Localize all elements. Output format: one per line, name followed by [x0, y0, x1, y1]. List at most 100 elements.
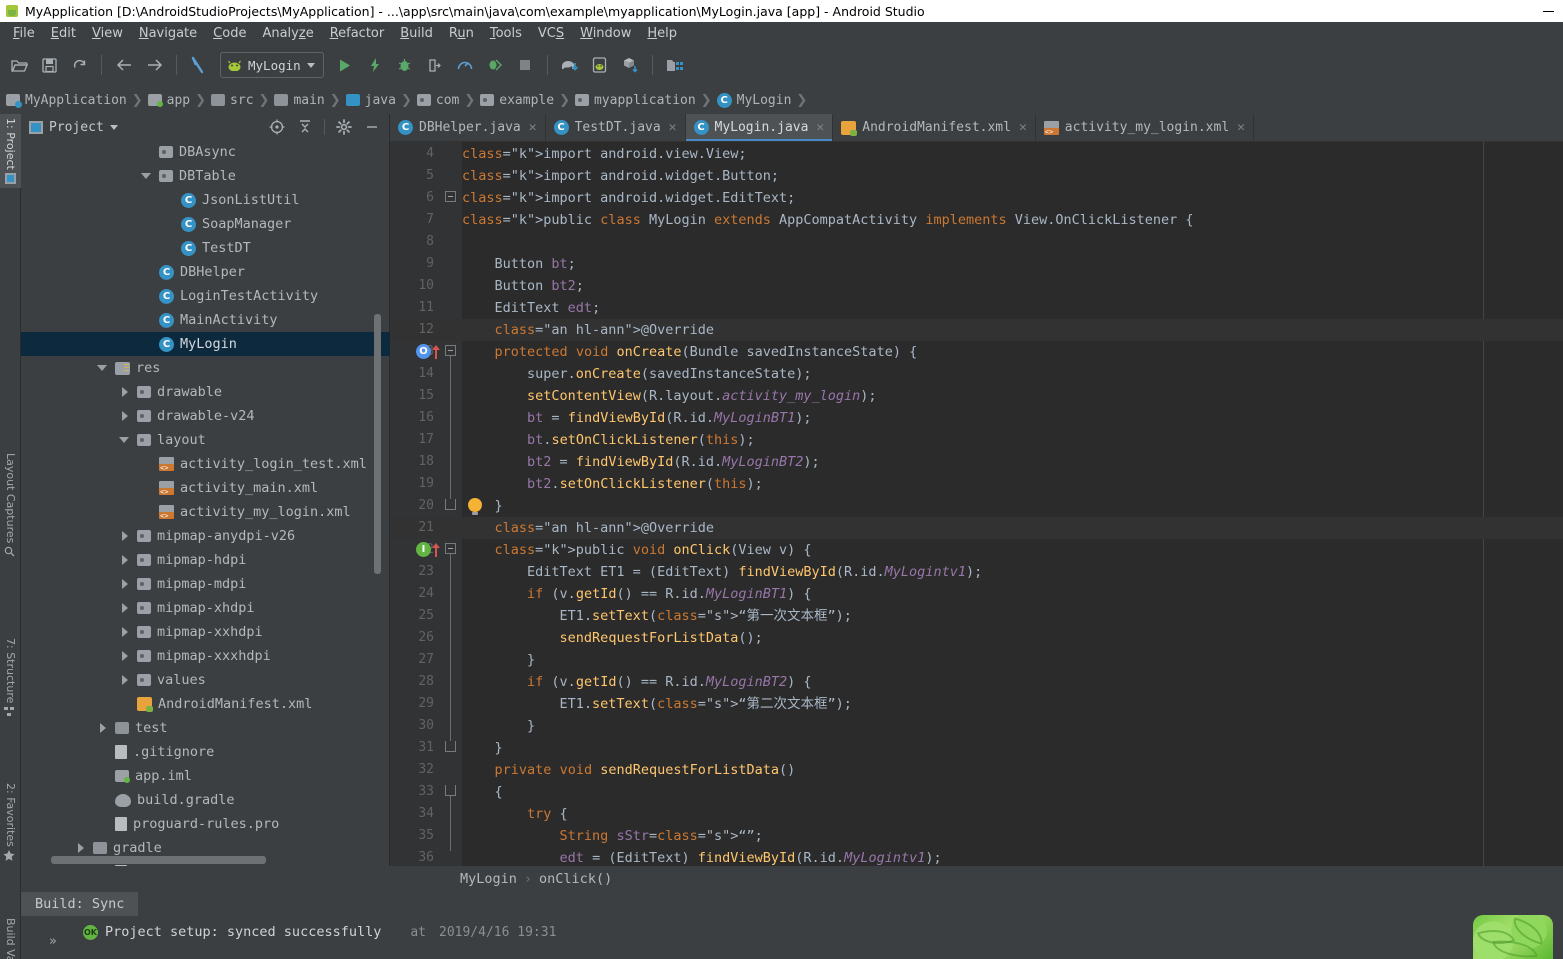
code-line[interactable]: class="an hl-ann">@Override	[462, 319, 714, 341]
close-icon[interactable]: ✕	[1019, 120, 1027, 135]
save-all-icon[interactable]	[34, 50, 64, 80]
breadcrumb-item-java[interactable]: java	[345, 93, 400, 108]
tree-right-arrow-icon[interactable]	[119, 554, 131, 566]
code-line[interactable]: class="k">import android.widget.Button;	[462, 165, 779, 187]
tree-item-activity-login-test-xml[interactable]: activity_login_test.xml	[21, 452, 390, 476]
code-line[interactable]: sendRequestForListData();	[462, 627, 763, 649]
tree-item-app-iml[interactable]: app.iml	[21, 764, 390, 788]
code-line[interactable]: bt2.setOnClickListener(this);	[462, 473, 763, 495]
attach-debugger-icon[interactable]	[420, 50, 450, 80]
tree-horizontal-scrollbar[interactable]	[51, 856, 266, 864]
rail-button-build-variants[interactable]: Build Variants	[0, 914, 21, 959]
code-line[interactable]: }	[462, 737, 503, 759]
tree-item-layout[interactable]: layout	[21, 428, 390, 452]
code-line[interactable]: private void sendRequestForListData()	[462, 759, 796, 781]
run-icon[interactable]	[330, 50, 360, 80]
code-line[interactable]: protected void onCreate(Bundle savedInst…	[462, 341, 918, 363]
apply-changes-icon[interactable]	[360, 50, 390, 80]
make-project-icon[interactable]	[184, 50, 214, 80]
open-folder-icon[interactable]	[4, 50, 34, 80]
code-fold-handle[interactable]	[445, 543, 456, 554]
code-text-area[interactable]: 4 class="k">import android.view.View; 5 cla…	[390, 142, 1563, 866]
tree-item-activity-my-login-xml[interactable]: activity_my_login.xml	[21, 500, 390, 524]
editor-tab-androidmanifest-xml[interactable]: AndroidManifest.xml ✕	[833, 114, 1036, 141]
rail-button-project[interactable]: 1: Project	[0, 114, 21, 188]
tree-item-mipmap-mdpi[interactable]: mipmap-mdpi	[21, 572, 390, 596]
code-editor[interactable]: 4 class="k">import android.view.View; 5 cla…	[390, 142, 1563, 866]
implements-method-marker[interactable]: I	[416, 542, 441, 557]
rail-button-layout-captures[interactable]: Layout Captures	[0, 449, 21, 561]
tree-item-logintestactivity[interactable]: C LoginTestActivity	[21, 284, 390, 308]
sdk-manager-icon[interactable]	[615, 50, 645, 80]
hide-panel-icon[interactable]	[361, 116, 383, 138]
tree-right-arrow-icon[interactable]	[119, 626, 131, 638]
tree-right-arrow-icon[interactable]	[119, 578, 131, 590]
profiler-icon[interactable]	[450, 50, 480, 80]
tree-right-arrow-icon[interactable]	[75, 842, 87, 854]
close-icon[interactable]: ✕	[1237, 120, 1245, 135]
tree-right-arrow-icon[interactable]	[119, 410, 131, 422]
sync-refresh-icon[interactable]	[64, 50, 94, 80]
chevron-down-icon[interactable]	[109, 124, 118, 130]
menu-item-code[interactable]: Code	[205, 24, 254, 43]
nav-member-name[interactable]: onClick()	[539, 871, 612, 887]
breadcrumb-item-app[interactable]: app	[147, 93, 194, 108]
close-icon[interactable]: ✕	[529, 120, 537, 135]
code-line[interactable]: bt2 = findViewById(R.id.MyLoginBT2);	[462, 451, 820, 473]
code-fold-handle[interactable]	[445, 191, 456, 202]
tree-item-dbtable[interactable]: DBTable	[21, 164, 390, 188]
editor-tab-testdt-java[interactable]: C TestDT.java ✕	[546, 114, 686, 141]
tree-item-mipmap-hdpi[interactable]: mipmap-hdpi	[21, 548, 390, 572]
code-line[interactable]: {	[462, 781, 503, 803]
tree-down-arrow-icon[interactable]	[119, 434, 131, 446]
override-method-marker[interactable]: O	[416, 344, 441, 359]
expand-chevron-icon[interactable]: »	[49, 934, 57, 949]
tree-item-gitignore[interactable]: .gitignore	[21, 740, 390, 764]
breadcrumb-item-myapplication[interactable]: MyApplication	[6, 93, 131, 108]
code-line[interactable]: class="an hl-ann">@Override	[462, 517, 714, 539]
menu-item-refactor[interactable]: Refactor	[322, 24, 393, 43]
avd-manager-icon[interactable]	[585, 50, 615, 80]
close-icon[interactable]: ✕	[669, 120, 677, 135]
code-line[interactable]: class="k">import android.widget.EditText…	[462, 187, 795, 209]
tree-down-arrow-icon[interactable]	[97, 362, 109, 374]
breadcrumb-item-myapplication[interactable]: myapplication	[574, 93, 700, 108]
menu-item-build[interactable]: Build	[392, 24, 441, 43]
menu-item-navigate[interactable]: Navigate	[131, 24, 205, 43]
tree-item-androidmanifest-xml[interactable]: AndroidManifest.xml	[21, 692, 390, 716]
tree-vertical-scrollbar[interactable]	[374, 314, 381, 574]
code-line[interactable]: class="k">public void onClick(View v) {	[462, 539, 812, 561]
code-line[interactable]: class="k">public class MyLogin extends A…	[462, 209, 1194, 231]
run-coverage-icon[interactable]	[480, 50, 510, 80]
menu-item-view[interactable]: View	[84, 24, 131, 43]
code-line[interactable]: bt = findViewById(R.id.MyLoginBT1);	[462, 407, 812, 429]
tree-item-res[interactable]: res	[21, 356, 390, 380]
code-line[interactable]: Button bt2;	[462, 275, 584, 297]
tree-item-proguard-rules-pro[interactable]: proguard-rules.pro	[21, 812, 390, 836]
code-line[interactable]: EditText edt;	[462, 297, 601, 319]
tree-item-mainactivity[interactable]: C MainActivity	[21, 308, 390, 332]
project-tree[interactable]: DBAsync DBTable C JsonListUtil C SoapManager C…	[21, 140, 390, 866]
tree-item-mipmap-anydpi-v26[interactable]: mipmap-anydpi-v26	[21, 524, 390, 548]
tree-right-arrow-icon[interactable]	[119, 650, 131, 662]
code-line[interactable]: if (v.getId() == R.id.MyLoginBT1) {	[462, 583, 812, 605]
code-line[interactable]: Button bt;	[462, 253, 576, 275]
code-line[interactable]: bt.setOnClickListener(this);	[462, 429, 755, 451]
back-arrow-icon[interactable]	[109, 50, 139, 80]
tree-item-jsonlistutil[interactable]: C JsonListUtil	[21, 188, 390, 212]
breadcrumb-item-mylogin[interactable]: C MyLogin	[716, 92, 796, 108]
tree-right-arrow-icon[interactable]	[119, 386, 131, 398]
tree-down-arrow-icon[interactable]	[141, 170, 153, 182]
build-sync-tab[interactable]: Build: Sync	[21, 892, 139, 916]
code-line[interactable]: super.onCreate(savedInstanceState);	[462, 363, 812, 385]
tree-item-drawable[interactable]: drawable	[21, 380, 390, 404]
stop-icon[interactable]	[510, 50, 540, 80]
tree-right-arrow-icon[interactable]	[119, 530, 131, 542]
menu-item-window[interactable]: Window	[572, 24, 639, 43]
code-line[interactable]: setContentView(R.layout.activity_my_logi…	[462, 385, 877, 407]
tree-right-arrow-icon[interactable]	[119, 674, 131, 686]
code-line[interactable]: EditText ET1 = (EditText) findViewById(R…	[462, 561, 982, 583]
menu-item-edit[interactable]: Edit	[43, 24, 84, 43]
code-line[interactable]: edt = (EditText) findViewById(R.id.MyLog…	[462, 847, 942, 866]
breadcrumb-item-main[interactable]: main	[274, 93, 328, 108]
